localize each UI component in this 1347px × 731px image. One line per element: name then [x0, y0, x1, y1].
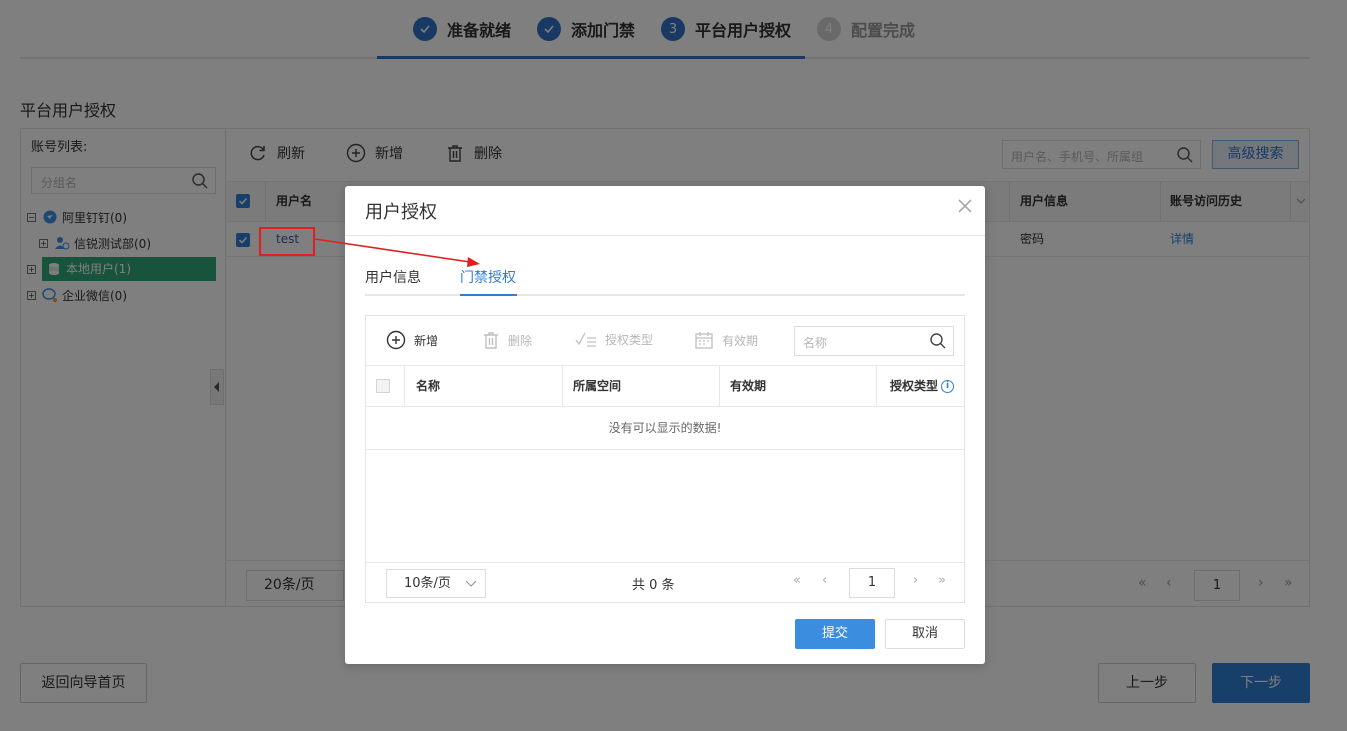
- first-page-icon[interactable]: «: [793, 573, 801, 588]
- plus-circle-icon: [386, 330, 406, 350]
- page-size-select[interactable]: 10条/页: [386, 569, 486, 598]
- door-auth-pager: 10条/页 共 0 条 « ‹ 1 › »: [366, 562, 964, 603]
- annotation-highlight-box: [259, 227, 315, 256]
- col-validity[interactable]: 有效期: [730, 366, 766, 406]
- add-label: 新增: [414, 333, 439, 348]
- search-placeholder: 名称: [803, 336, 828, 350]
- delete-auth-button[interactable]: 删除: [482, 330, 532, 350]
- info-icon[interactable]: i: [941, 380, 955, 393]
- trash-icon: [484, 332, 498, 349]
- empty-table-message: 没有可以显示的数据!: [366, 407, 964, 450]
- col-auth-type-label: 授权类型: [890, 379, 939, 393]
- prev-page-icon[interactable]: ‹: [822, 573, 827, 588]
- door-auth-table-panel: 新增 删除 授权类型 有效期 名称 名称 所属空间 有效期 授权类型 i 没有可…: [365, 315, 965, 603]
- tab-user-info[interactable]: 用户信息: [365, 267, 421, 287]
- name-search-input[interactable]: 名称: [794, 326, 954, 356]
- close-icon[interactable]: [957, 198, 973, 214]
- total-count: 共 0 条: [632, 578, 675, 593]
- tab-door-auth[interactable]: 门禁授权: [460, 267, 516, 287]
- search-icon[interactable]: [929, 332, 947, 350]
- tab-active-indicator: [460, 294, 517, 296]
- page-number-input[interactable]: 1: [849, 568, 895, 598]
- tab-bar-line: [365, 294, 965, 296]
- col-space[interactable]: 所属空间: [573, 366, 621, 406]
- col-name[interactable]: 名称: [416, 366, 440, 406]
- chevron-down-icon: [465, 580, 477, 587]
- select-all-checkbox[interactable]: [376, 379, 390, 393]
- page-size-value: 10条/页: [404, 576, 451, 591]
- auth-type-button[interactable]: 授权类型: [575, 330, 653, 348]
- col-auth-type[interactable]: 授权类型 i: [890, 366, 955, 406]
- submit-button[interactable]: 提交: [795, 619, 875, 649]
- validity-label: 有效期: [722, 333, 759, 348]
- validity-button[interactable]: 有效期: [694, 330, 758, 350]
- cancel-button[interactable]: 取消: [885, 619, 965, 649]
- dialog-title: 用户授权: [365, 202, 437, 223]
- delete-label: 删除: [508, 333, 533, 348]
- checklist-icon: [575, 332, 596, 347]
- add-auth-button[interactable]: 新增: [386, 330, 438, 350]
- calendar-icon: [695, 332, 713, 349]
- next-page-icon[interactable]: ›: [913, 573, 918, 588]
- door-auth-table-header: 名称 所属空间 有效期 授权类型 i: [366, 365, 964, 407]
- user-auth-dialog: 用户授权 用户信息 门禁授权 新增 删除 授权类型 有效期 名称 名称 所属空间…: [345, 186, 985, 664]
- dialog-header-divider: [345, 235, 985, 236]
- last-page-icon[interactable]: »: [938, 573, 946, 588]
- auth-type-label: 授权类型: [605, 332, 654, 347]
